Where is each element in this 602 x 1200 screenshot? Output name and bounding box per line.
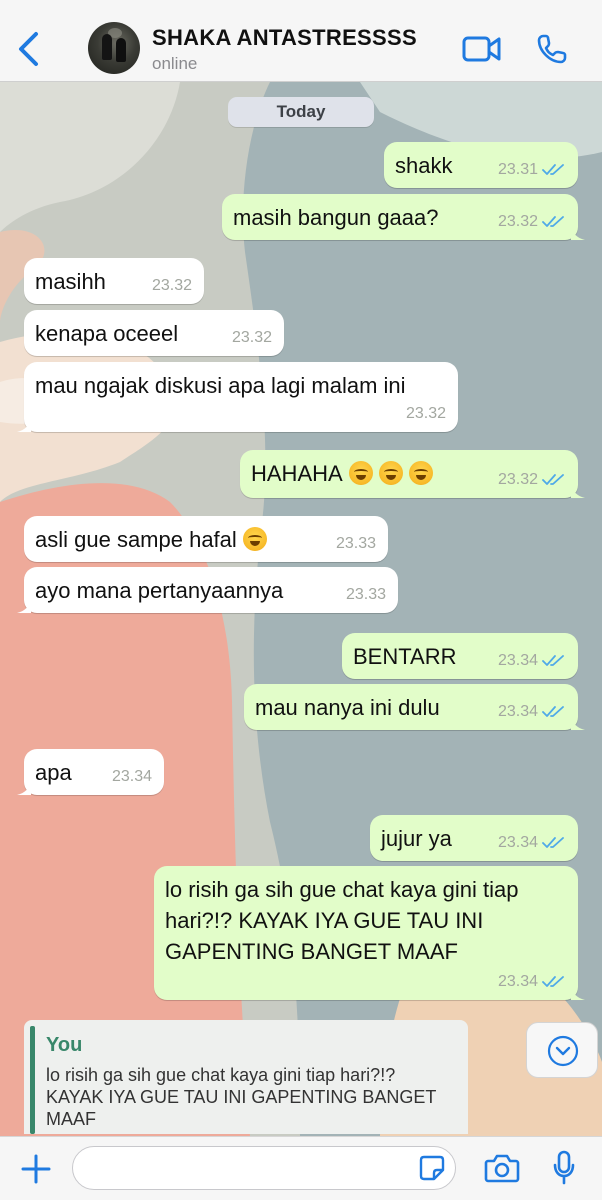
microphone-icon xyxy=(553,1150,575,1185)
message-outgoing[interactable]: HAHAHA 23.32 xyxy=(240,450,585,498)
voice-note-button[interactable] xyxy=(553,1150,575,1186)
camera-icon xyxy=(484,1154,520,1183)
read-receipt-icon xyxy=(542,216,564,227)
chevron-down-circle-icon xyxy=(547,1035,579,1067)
message-text: mau nanya ini dulu xyxy=(255,695,440,720)
sticker-button[interactable] xyxy=(418,1154,446,1182)
message-incoming[interactable]: kenapa oceeel 23.32 xyxy=(24,310,284,356)
bubble-tail xyxy=(17,418,31,432)
message-incoming[interactable]: ayo mana pertanyaannya 23.33 xyxy=(17,567,398,613)
reply-accent-bar xyxy=(30,1026,35,1134)
message-time: 23.32 xyxy=(497,471,538,488)
face-with-tears-of-joy-icon xyxy=(242,527,267,551)
bubble-tail xyxy=(571,484,585,498)
message-text: jujur ya xyxy=(381,826,452,851)
date-separator: Today xyxy=(228,97,374,127)
message-time: 23.33 xyxy=(335,535,376,552)
message-outgoing[interactable]: jujur ya 23.34 xyxy=(370,815,578,861)
read-receipt-icon xyxy=(542,837,564,848)
bubble-tail xyxy=(571,716,585,730)
read-receipt-icon xyxy=(542,976,564,987)
message-text-wrap: HAHAHA xyxy=(251,458,433,489)
voice-call-button[interactable] xyxy=(536,33,568,65)
message-time: 23.33 xyxy=(345,586,386,603)
message-incoming[interactable]: mau ngajak diskusi apa lagi malam ini 23… xyxy=(17,362,458,432)
message-text: HAHAHA xyxy=(251,461,343,486)
read-receipt-icon xyxy=(542,474,564,485)
bubble-tail xyxy=(17,599,31,613)
message-incoming[interactable]: asli gue sampe hafal 23.33 xyxy=(24,516,388,562)
chevron-left-icon xyxy=(19,32,38,66)
message-text: kenapa oceeel xyxy=(35,321,179,346)
chat-header: SHAKA ANTASTRESSSS online xyxy=(0,0,602,82)
message-time: 23.34 xyxy=(111,768,152,785)
message-time: 23.31 xyxy=(497,161,538,178)
phone-icon xyxy=(537,34,567,64)
bubble-tail xyxy=(571,986,585,1000)
message-outgoing[interactable]: mau nanya ini dulu 23.34 xyxy=(244,684,585,730)
message-text: BENTARR xyxy=(353,644,457,669)
bubble-tail xyxy=(17,781,31,795)
message-text: shakk xyxy=(395,153,453,178)
plus-icon xyxy=(21,1154,51,1184)
message-input[interactable] xyxy=(72,1146,456,1190)
video-call-button[interactable] xyxy=(462,34,502,64)
loudly-crying-face-icon xyxy=(408,461,433,485)
message-text: mau ngajak diskusi apa lagi malam ini xyxy=(35,373,406,398)
message-text: masih bangun gaaa? xyxy=(233,205,439,230)
message-outgoing[interactable]: masih bangun gaaa? 23.32 xyxy=(222,194,585,240)
scroll-to-bottom-button[interactable] xyxy=(526,1022,598,1078)
sticker-icon xyxy=(419,1155,445,1181)
avatar[interactable] xyxy=(88,22,140,74)
message-text: apa xyxy=(35,760,72,785)
message-time: 23.32 xyxy=(405,405,446,422)
reply-text: lo risih ga sih gue chat kaya gini tiap … xyxy=(46,1065,437,1129)
back-button[interactable] xyxy=(12,30,46,68)
message-text: ayo mana pertanyaannya xyxy=(35,578,284,603)
message-text: lo risih ga sih gue chat kaya gini tiap … xyxy=(165,877,519,964)
message-time: 23.32 xyxy=(151,277,192,294)
message-incoming[interactable]: masihh 23.32 xyxy=(24,258,204,304)
bubble-tail xyxy=(571,226,585,240)
camera-button[interactable] xyxy=(484,1153,520,1183)
message-time: 23.32 xyxy=(497,213,538,230)
contact-name[interactable]: SHAKA ANTASTRESSSS xyxy=(152,25,417,51)
message-text: masihh xyxy=(35,269,106,294)
loudly-crying-face-icon xyxy=(378,461,403,485)
message-time: 23.34 xyxy=(497,703,538,720)
message-outgoing[interactable]: lo risih ga sih gue chat kaya gini tiap … xyxy=(154,866,585,1000)
message-text-wrap: asli gue sampe hafal xyxy=(35,524,267,555)
message-time: 23.32 xyxy=(231,329,272,346)
message-text: asli gue sampe hafal xyxy=(35,527,237,552)
contact-status: online xyxy=(152,54,198,73)
message-outgoing[interactable]: BENTARR 23.34 xyxy=(342,633,578,679)
message-outgoing[interactable]: shakk 23.31 xyxy=(384,142,578,188)
message-input-bar xyxy=(0,1136,602,1200)
reply-preview[interactable]: You lo risih ga sih gue chat kaya gini t… xyxy=(24,1020,468,1134)
video-camera-icon xyxy=(462,36,501,62)
reply-sender: You xyxy=(46,1034,83,1056)
attach-button[interactable] xyxy=(20,1153,52,1185)
read-receipt-icon xyxy=(542,164,564,175)
read-receipt-icon xyxy=(542,655,564,666)
message-time: 23.34 xyxy=(497,973,538,990)
message-incoming[interactable]: apa 23.34 xyxy=(17,749,164,795)
loudly-crying-face-icon xyxy=(348,461,373,485)
read-receipt-icon xyxy=(542,706,564,717)
message-time: 23.34 xyxy=(497,834,538,851)
message-time: 23.34 xyxy=(497,652,538,669)
